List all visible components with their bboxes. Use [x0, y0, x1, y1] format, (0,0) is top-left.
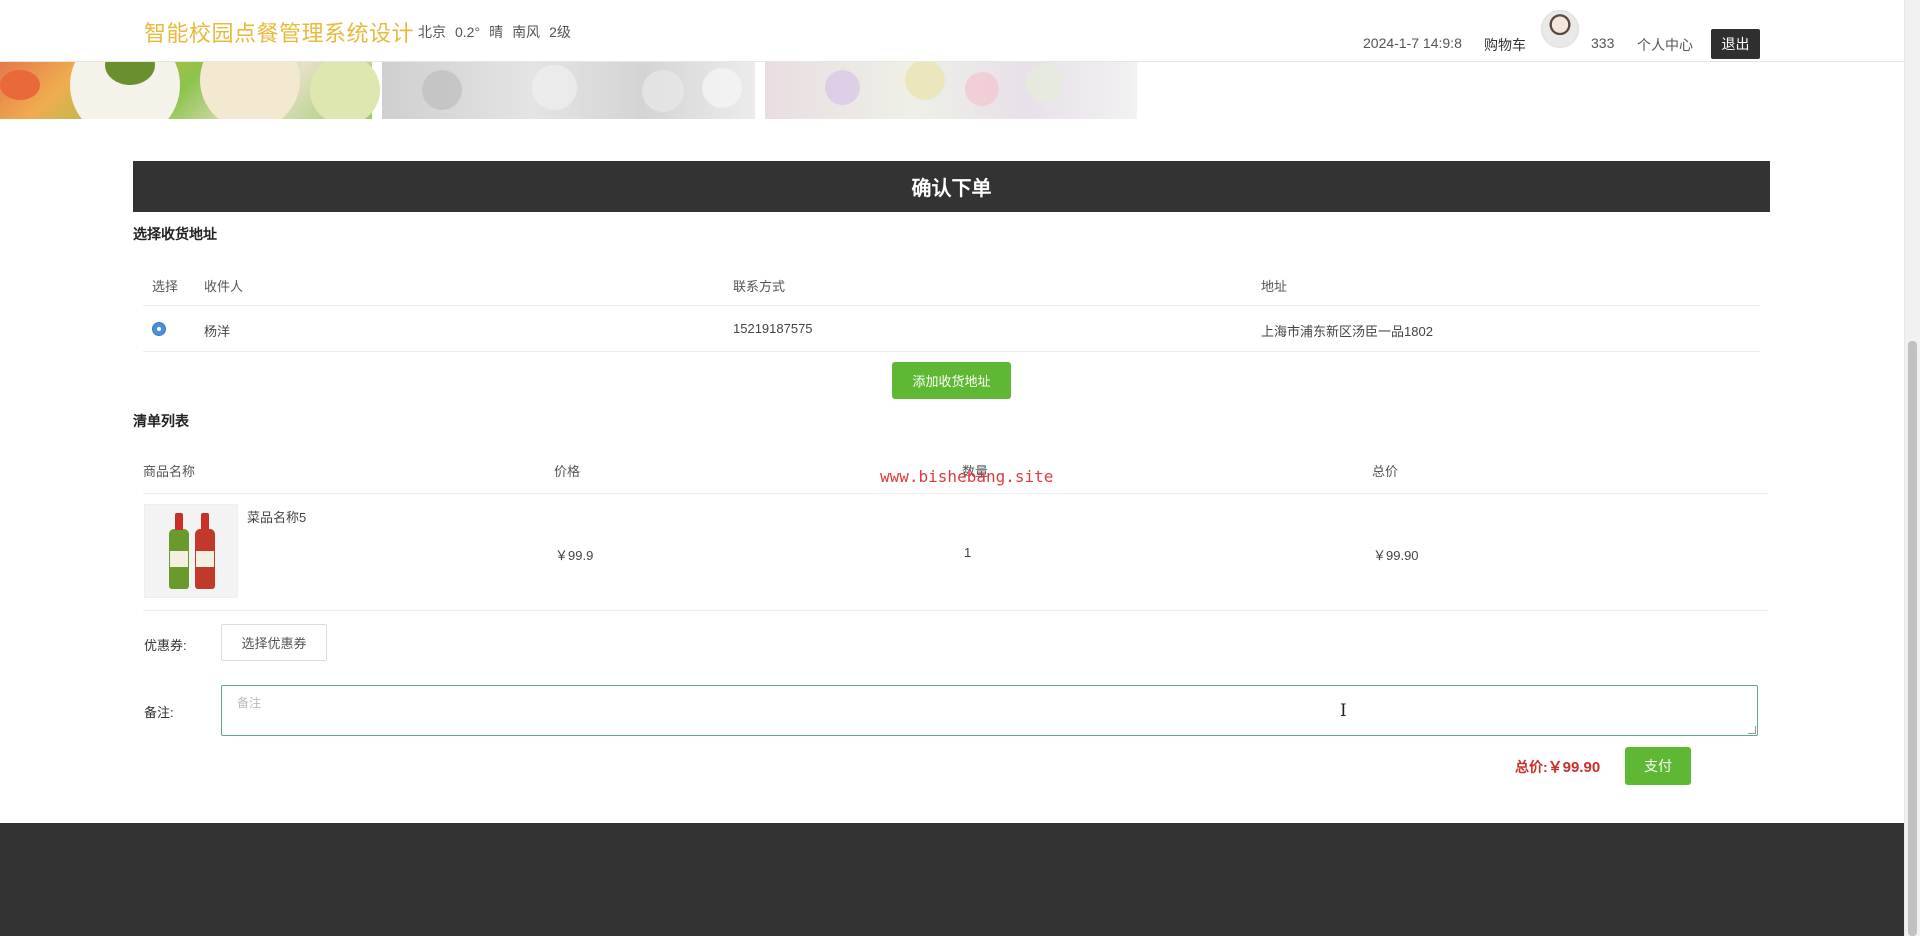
column-header-price: 价格: [554, 464, 581, 479]
product-name[interactable]: 菜品名称5: [247, 507, 306, 526]
weather-info: 北京 0.2° 晴南风 2级: [418, 22, 580, 42]
text-cursor-icon: I: [1340, 701, 1347, 721]
column-header-select: 选择: [152, 279, 179, 294]
vertical-scrollbar[interactable]: [1904, 0, 1920, 936]
order-total: 总价:￥99.90: [1515, 756, 1600, 777]
product-price: ￥99.9: [555, 548, 594, 563]
product-quantity: 1: [964, 545, 972, 560]
address-section-title: 选择收货地址: [133, 226, 217, 242]
remark-placeholder: 备注: [237, 696, 262, 710]
weather-city: 北京: [418, 24, 446, 40]
weather-condition: 晴: [489, 24, 504, 40]
weather-temp: 0.2°: [455, 24, 481, 40]
column-header-total: 总价: [1372, 464, 1399, 479]
table-row[interactable]: 杨洋 15219187575 上海市浦东新区汤臣一品1802: [143, 306, 1760, 352]
add-address-button[interactable]: 添加收货地址: [892, 362, 1011, 399]
coupon-label: 优惠券:: [144, 638, 187, 653]
column-header-phone: 联系方式: [733, 279, 786, 294]
logout-button[interactable]: 退出: [1711, 29, 1760, 59]
top-header: 智能校园点餐管理系统设计 北京 0.2° 晴南风 2级 2024-1-7 14:9:8…: [0, 0, 1920, 62]
watermark-text: www.bishebang.site: [880, 467, 1054, 486]
address-radio[interactable]: [152, 322, 166, 336]
remark-textarea[interactable]: 备注: [221, 685, 1758, 736]
username: 333: [1591, 35, 1615, 51]
recipient-name: 杨洋: [204, 324, 231, 339]
bottle-red-shape: [195, 513, 215, 589]
order-list-title: 清单列表: [133, 413, 189, 429]
remark-label: 备注:: [144, 705, 174, 720]
avatar[interactable]: [1541, 10, 1579, 48]
recipient-address: 上海市浦东新区汤臣一品1802: [1261, 324, 1433, 339]
scrollbar-thumb[interactable]: [1908, 341, 1917, 936]
column-header-address: 地址: [1261, 279, 1288, 294]
address-table-header: 选择 收件人 联系方式 地址: [143, 262, 1760, 306]
product-total: ￥99.90: [1373, 548, 1419, 563]
bottle-green-shape: [169, 513, 189, 589]
weather-wind-direction: 南风: [512, 24, 541, 40]
current-datetime: 2024-1-7 14:9:8: [1363, 35, 1462, 51]
cart-link[interactable]: 购物车: [1484, 35, 1526, 55]
select-coupon-button[interactable]: 选择优惠券: [221, 624, 327, 661]
product-image[interactable]: [144, 504, 238, 598]
weather-wind-level: 2级: [549, 24, 571, 40]
site-title[interactable]: 智能校园点餐管理系统设计: [144, 16, 414, 48]
user-center-link[interactable]: 个人中心: [1637, 35, 1693, 55]
pay-button[interactable]: 支付: [1625, 747, 1691, 785]
confirm-order-title: 确认下单: [133, 161, 1770, 212]
total-value: ￥99.90: [1547, 759, 1601, 776]
page-footer: [0, 823, 1904, 936]
column-header-product: 商品名称: [143, 464, 196, 479]
recipient-phone: 15219187575: [733, 321, 813, 336]
column-header-recipient: 收件人: [204, 279, 244, 294]
total-label: 总价:: [1515, 759, 1548, 775]
resize-handle-icon[interactable]: [1748, 726, 1756, 734]
table-row: 菜品名称5 ￥99.9 1 ￥99.90: [143, 494, 1768, 611]
